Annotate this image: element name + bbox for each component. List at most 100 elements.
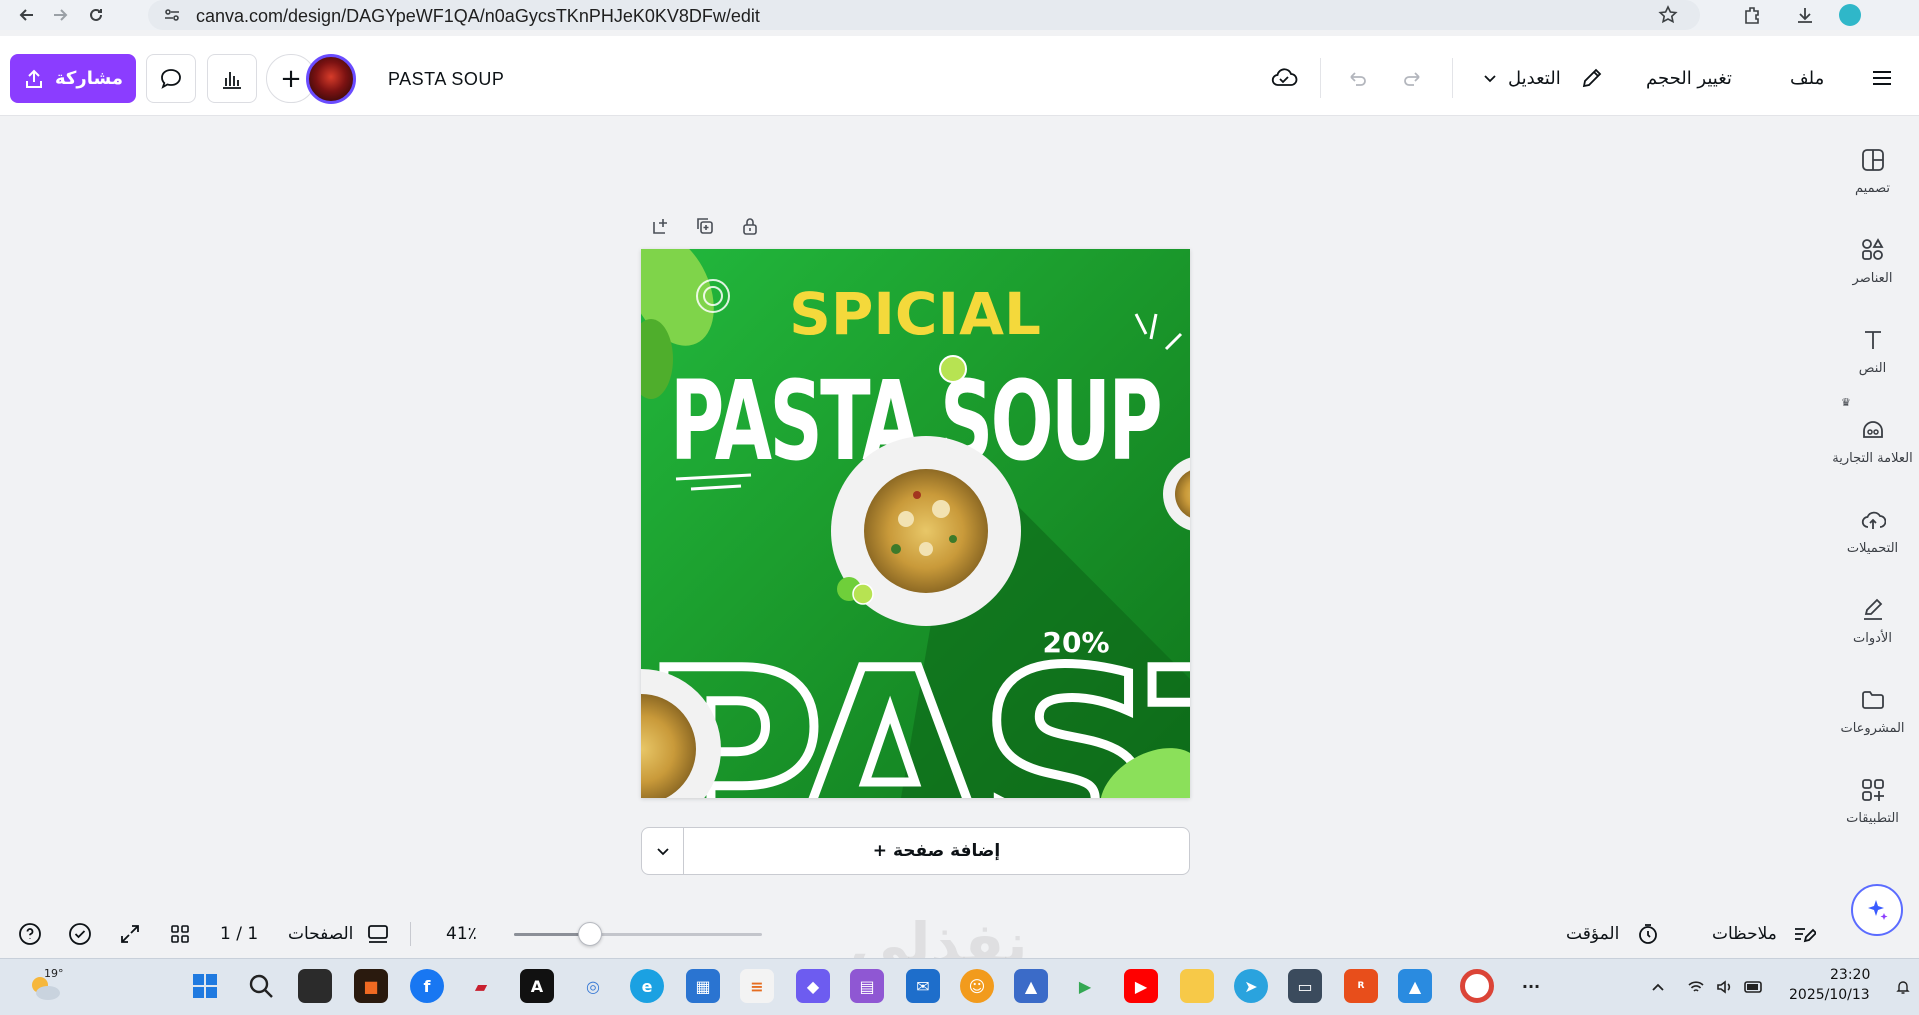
app-icon[interactable]: ▭ bbox=[1288, 969, 1322, 1003]
divider bbox=[1452, 58, 1453, 98]
book-app-icon[interactable]: ▰ bbox=[464, 969, 498, 1003]
profile-icon[interactable] bbox=[1838, 3, 1862, 27]
windows-start-icon[interactable] bbox=[188, 969, 222, 1003]
brand-icon bbox=[1857, 414, 1889, 445]
sidebar-item-tools[interactable]: الأدوات bbox=[1826, 566, 1919, 646]
sidebar-item-projects[interactable]: المشروعات bbox=[1826, 656, 1919, 736]
wireless-app-icon[interactable]: ◎ bbox=[576, 969, 610, 1003]
search-icon[interactable] bbox=[244, 969, 278, 1003]
discount-label: 20% bbox=[1042, 626, 1109, 659]
insights-button[interactable] bbox=[207, 54, 257, 103]
chevron-down-icon[interactable] bbox=[642, 828, 684, 874]
bookmark-star-icon[interactable] bbox=[1656, 3, 1680, 27]
lock-icon[interactable] bbox=[737, 213, 763, 239]
site-settings-icon[interactable] bbox=[160, 3, 184, 27]
folder-app-icon[interactable]: ▤ bbox=[850, 969, 884, 1003]
help-icon[interactable] bbox=[16, 920, 44, 948]
design-title[interactable]: PASTA SOUP bbox=[388, 69, 504, 90]
back-icon[interactable] bbox=[15, 3, 39, 27]
pencil-icon[interactable] bbox=[1576, 62, 1608, 94]
soup bbox=[864, 469, 988, 593]
photos-icon[interactable]: ▲ bbox=[1398, 969, 1432, 1003]
add-notes-icon[interactable] bbox=[647, 213, 673, 239]
clock-date[interactable]: 2025/10/13 bbox=[1789, 987, 1870, 1003]
design-canvas[interactable]: PASTA SPICIAL PASTA SOUP 20% bbox=[641, 249, 1190, 798]
sidebar-item-label: تصميم bbox=[1855, 181, 1890, 196]
chevron-down-icon[interactable] bbox=[1474, 62, 1506, 94]
app-icon[interactable]: ≡ bbox=[740, 969, 774, 1003]
edge-icon[interactable]: e bbox=[630, 969, 664, 1003]
notes-label[interactable]: ملاحظات bbox=[1712, 924, 1777, 944]
edit-mode-label[interactable]: التعديل bbox=[1508, 68, 1561, 89]
sidebar-item-label: النص bbox=[1858, 361, 1887, 376]
education-app-icon[interactable]: ▲ bbox=[1014, 969, 1048, 1003]
share-button[interactable]: مشاركة bbox=[10, 54, 136, 103]
youtube-icon[interactable]: ▶ bbox=[1124, 969, 1158, 1003]
magic-assistant-button[interactable] bbox=[1851, 884, 1903, 936]
zoom-slider[interactable] bbox=[514, 933, 762, 936]
layout-icon bbox=[1857, 144, 1889, 175]
battery-icon[interactable] bbox=[1744, 977, 1764, 997]
chrome-icon[interactable] bbox=[1460, 969, 1494, 1003]
undo-icon[interactable] bbox=[1340, 62, 1372, 94]
divider bbox=[1320, 58, 1321, 98]
copilot-icon[interactable]: ◆ bbox=[796, 969, 830, 1003]
sidebar-item-brand[interactable]: العلامة التجارية bbox=[1826, 386, 1919, 466]
timer-icon[interactable] bbox=[1634, 920, 1662, 948]
sidebar-item-label: التطبيقات bbox=[1846, 811, 1899, 826]
file-explorer-icon[interactable] bbox=[1180, 969, 1214, 1003]
temperature: 19° bbox=[44, 967, 64, 980]
timer-label[interactable]: المؤقت bbox=[1566, 924, 1619, 944]
mail-icon[interactable]: ✉ bbox=[906, 969, 940, 1003]
sidebar-item-apps[interactable]: التطبيقات bbox=[1826, 746, 1919, 826]
redo-icon[interactable] bbox=[1398, 62, 1430, 94]
sidebar-item-label: التحميلات bbox=[1846, 541, 1899, 556]
clock-time[interactable]: 23:20 bbox=[1830, 967, 1870, 983]
bar-chart-icon bbox=[223, 71, 241, 89]
play-store-icon[interactable]: ▶ bbox=[1068, 969, 1102, 1003]
extensions-icon[interactable] bbox=[1740, 3, 1764, 27]
facebook-icon[interactable]: f bbox=[410, 969, 444, 1003]
divider bbox=[410, 922, 411, 946]
comment-button[interactable] bbox=[146, 54, 196, 103]
telegram-icon[interactable]: ➤ bbox=[1234, 969, 1268, 1003]
people-app-icon[interactable]: ☺ bbox=[960, 969, 994, 1003]
sidebar-item-design[interactable]: تصميم bbox=[1826, 116, 1919, 196]
task-view-icon[interactable] bbox=[298, 969, 332, 1003]
sidebar-item-text[interactable]: النص bbox=[1826, 296, 1919, 376]
reader-icon[interactable]: R bbox=[1344, 969, 1378, 1003]
sidebar-item-uploads[interactable]: التحميلات bbox=[1826, 476, 1919, 556]
resize-button[interactable]: تغيير الحجم bbox=[1646, 68, 1732, 89]
cloud-saved-icon[interactable] bbox=[1268, 62, 1300, 94]
headline-small: SPICIAL bbox=[789, 280, 1041, 348]
fullscreen-icon[interactable] bbox=[116, 920, 144, 948]
hamburger-menu-icon[interactable] bbox=[1866, 62, 1898, 94]
url-text[interactable]: canva.com/design/DAGYpeWF1QA/n0aGycsTKnP… bbox=[196, 6, 760, 27]
pages-icon[interactable] bbox=[364, 920, 392, 948]
sidebar-item-label: العناصر bbox=[1852, 271, 1893, 286]
chevron-up-icon[interactable] bbox=[1648, 977, 1668, 997]
file-menu[interactable]: ملف bbox=[1790, 68, 1824, 89]
notes-icon[interactable] bbox=[1790, 920, 1818, 948]
sidebar-item-elements[interactable]: العناصر bbox=[1826, 206, 1919, 286]
grid-view-icon[interactable] bbox=[166, 920, 194, 948]
pages-label[interactable]: الصفحات bbox=[288, 924, 353, 944]
adobe-icon[interactable]: A bbox=[520, 969, 554, 1003]
zoom-level[interactable]: 41٪ bbox=[446, 924, 477, 944]
address-bar[interactable]: canva.com/design/DAGYpeWF1QA/n0aGycsTKnP… bbox=[148, 0, 1700, 30]
check-circle-icon[interactable] bbox=[66, 920, 94, 948]
forward-icon[interactable] bbox=[48, 3, 72, 27]
volume-icon[interactable] bbox=[1714, 977, 1734, 997]
wifi-icon[interactable] bbox=[1686, 977, 1706, 997]
add-page-button[interactable]: + إضافة صفحة bbox=[684, 828, 1189, 874]
sidebar-item-label: الأدوات bbox=[1853, 631, 1892, 646]
notification-bell-icon[interactable] bbox=[1893, 977, 1913, 997]
zoom-slider-thumb[interactable] bbox=[578, 922, 602, 946]
store-icon[interactable]: ▦ bbox=[686, 969, 720, 1003]
duplicate-page-icon[interactable] bbox=[692, 213, 718, 239]
download-icon[interactable] bbox=[1793, 3, 1817, 27]
avatar[interactable] bbox=[306, 54, 356, 104]
app-icon[interactable]: ■ bbox=[354, 969, 388, 1003]
reload-icon[interactable] bbox=[84, 3, 108, 27]
more-icon[interactable]: ··· bbox=[1514, 969, 1548, 1003]
